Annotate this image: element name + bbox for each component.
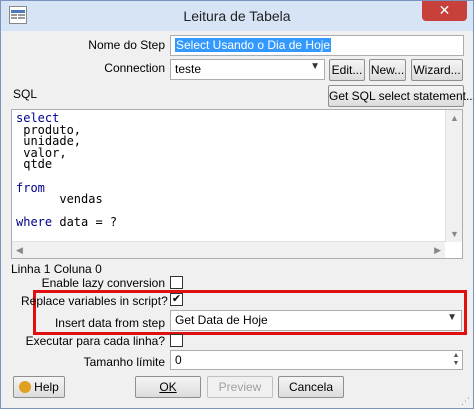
limit-value: 0 [175,353,182,367]
sql-text[interactable]: select produto, unidade, valor, qtde fro… [16,112,118,230]
help-icon [19,381,32,393]
get-sql-button[interactable]: Get SQL select statement... [328,85,474,107]
step-name-input[interactable]: Select Usando o Dia de Hoje [170,35,464,56]
sql-line: vendas [16,192,103,207]
sql-label: SQL [13,87,38,101]
lazy-conversion-label: Enable lazy conversion [41,276,165,290]
new-connection-button[interactable]: New... [369,59,406,81]
window-title: Leitura de Tabela [183,8,291,24]
insert-data-value: Get Data de Hoje [175,313,268,327]
close-icon: ✕ [438,2,451,18]
insert-data-select[interactable]: Get Data de Hoje ▼ [170,310,462,331]
scroll-up-icon[interactable]: ▲ [450,113,459,123]
chevron-down-icon: ▼ [310,61,320,72]
execute-each-row-label: Executar para cada linha? [25,334,165,348]
connection-select[interactable]: teste ▼ [170,59,325,80]
connection-value: teste [175,62,202,76]
limit-input[interactable]: 0 ▲ ▼ [170,350,463,370]
wizard-button[interactable]: Wizard... [411,59,463,81]
dialog-window: Leitura de Tabela ✕ Nome do Step Select … [0,0,474,409]
sql-where-rest: data = ? [52,215,118,230]
cancel-button[interactable]: Cancela [278,376,344,398]
edit-connection-button[interactable]: Edit... [329,59,365,81]
sql-line-where: where data = ? [16,215,118,230]
ok-label: OK [159,380,177,394]
replace-variables-label: Replace variables in script? [21,294,168,308]
scroll-down-icon[interactable]: ▼ [450,229,459,239]
limit-label: Tamanho límite [83,355,165,369]
insert-data-label: Insert data from step [54,316,165,330]
vertical-scrollbar[interactable]: ▲ ▼ [445,110,462,242]
help-button[interactable]: Help [13,376,65,398]
horizontal-scrollbar[interactable]: ◀ ▶ [12,241,445,258]
lazy-conversion-checkbox[interactable] [170,276,183,289]
step-name-value: Select Usando o Dia de Hoje [175,38,332,52]
replace-variables-checkbox[interactable]: ✔ [170,293,183,306]
sql-editor[interactable]: select produto, unidade, valor, qtde fro… [11,109,463,259]
execute-each-row-checkbox[interactable] [170,334,183,347]
ok-button[interactable]: OK [135,376,201,398]
preview-button[interactable]: Preview [207,376,273,398]
connection-label: Connection [104,61,165,75]
sql-line: qtde [16,157,53,172]
scroll-right-icon[interactable]: ▶ [434,245,441,256]
close-button[interactable]: ✕ [422,1,467,21]
help-label: Help [34,380,59,394]
status-line: Linha 1 Coluna 0 [11,262,102,276]
spinner-icon[interactable]: ▲ ▼ [451,352,461,368]
chevron-down-icon: ▼ [447,312,457,323]
scroll-left-icon[interactable]: ◀ [16,245,23,256]
step-name-label: Nome do Step [88,38,165,52]
title-bar[interactable]: Leitura de Tabela ✕ [1,1,473,31]
resize-grip-icon[interactable]: ⋰ [461,396,471,406]
